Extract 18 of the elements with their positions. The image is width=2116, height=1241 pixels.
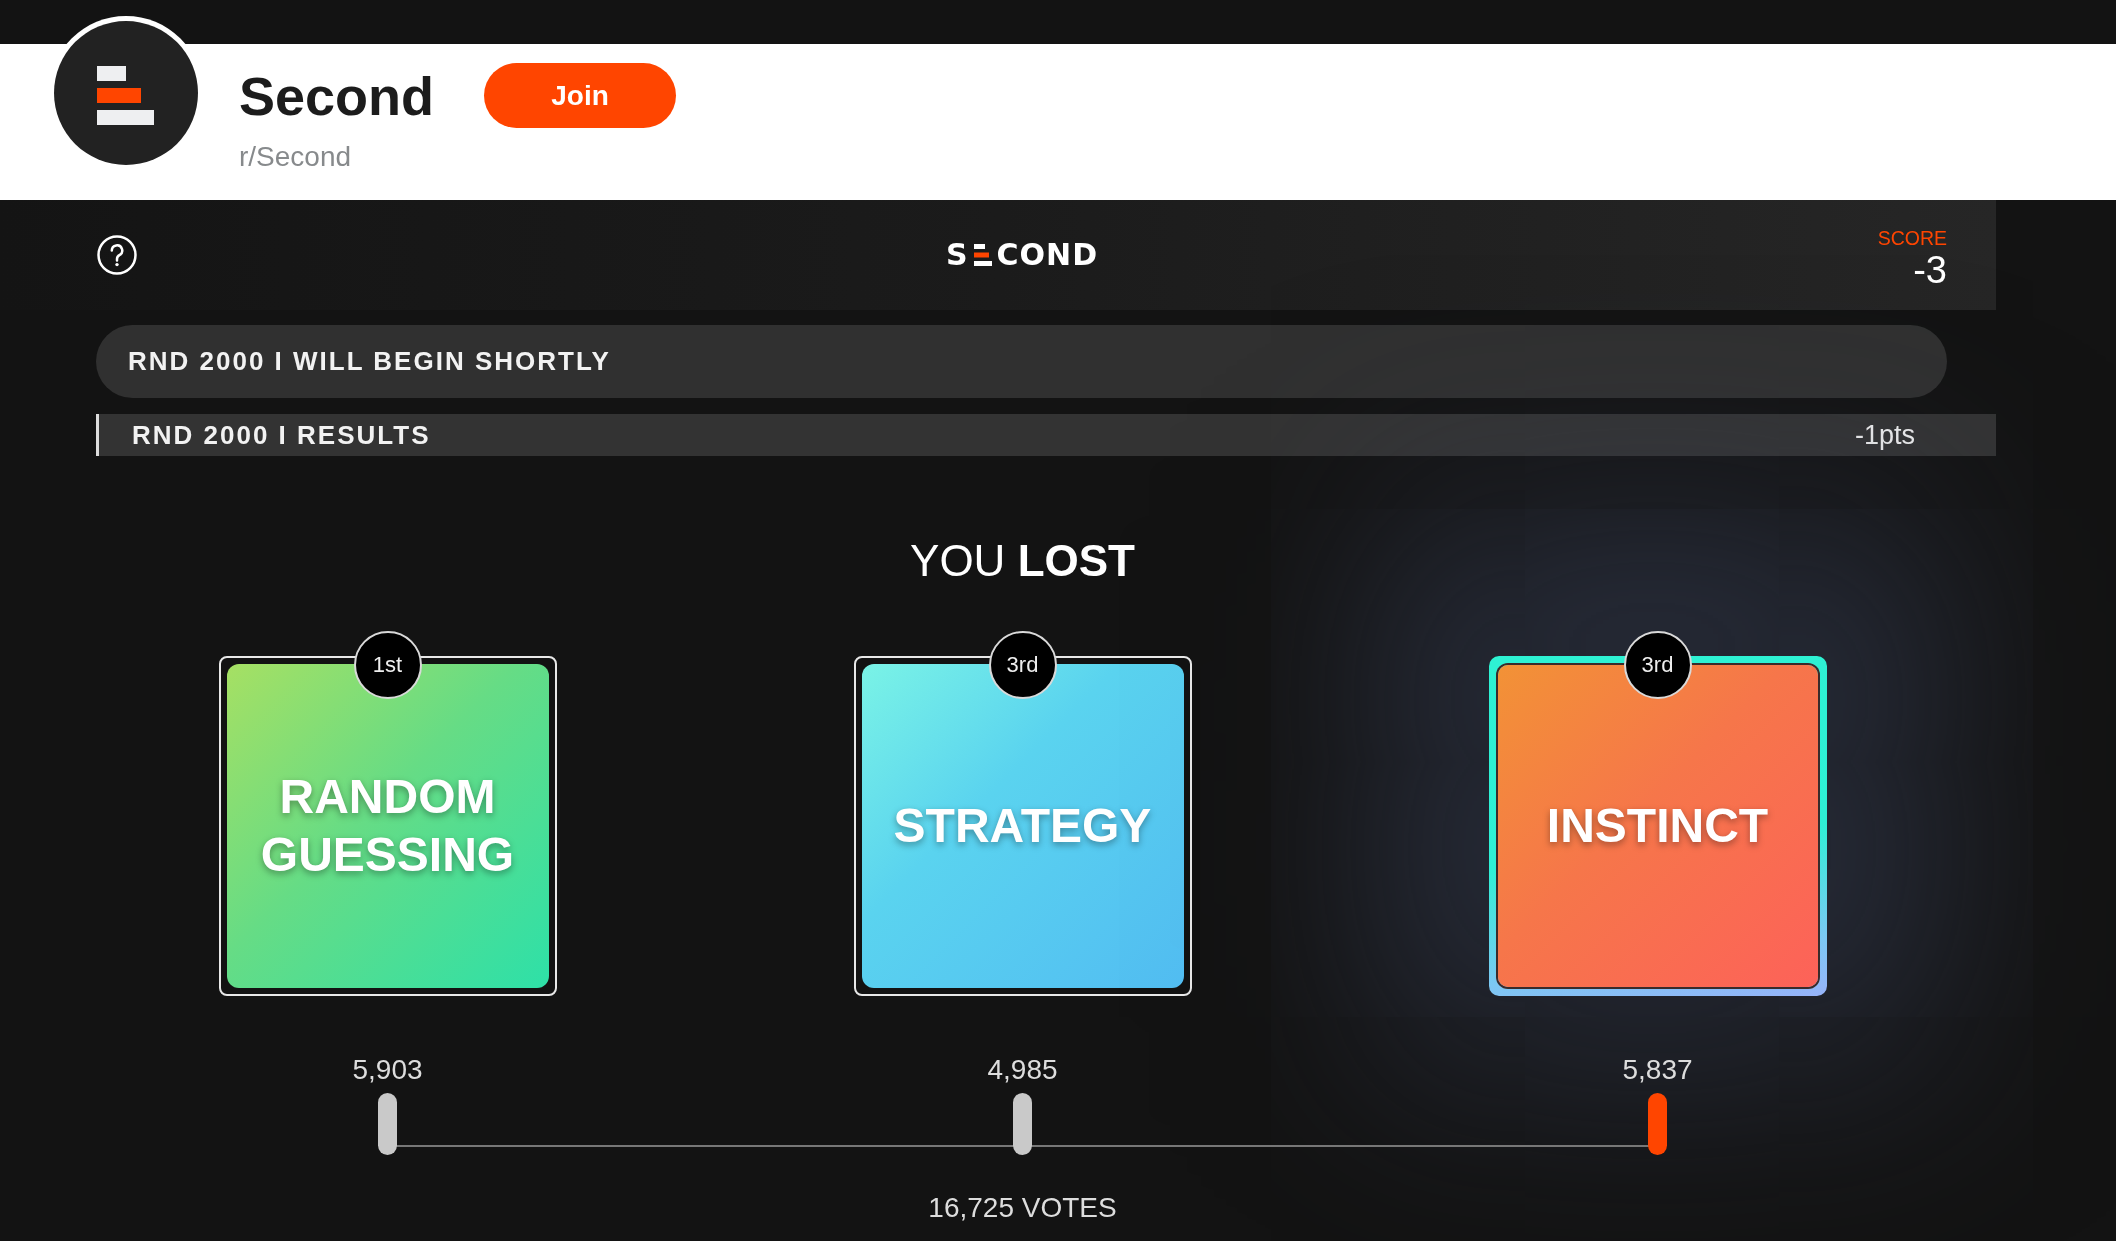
results-title: RND 2000 I RESULTS bbox=[132, 419, 431, 451]
bars-logo-icon bbox=[973, 244, 992, 266]
vote-count: 5,903 bbox=[352, 1053, 423, 1087]
vote-count: 5,837 bbox=[1622, 1053, 1693, 1087]
status-banner: RND 2000 I WILL BEGIN SHORTLY bbox=[96, 325, 1947, 398]
rank-badge: 3rd bbox=[988, 631, 1057, 699]
logo-text: S bbox=[945, 240, 969, 270]
community-handle: r/Second bbox=[239, 140, 353, 174]
score-label: SCORE bbox=[1877, 227, 1947, 249]
result-heading: YOU LOST bbox=[909, 535, 1136, 587]
points-text: -1pts bbox=[1854, 419, 1915, 451]
total-votes: 16,725 VOTES bbox=[927, 1191, 1118, 1225]
rank-badge: 1st bbox=[353, 631, 422, 699]
vote-count: 4,985 bbox=[987, 1053, 1058, 1087]
help-icon[interactable] bbox=[97, 235, 137, 275]
score-value: -3 bbox=[1912, 249, 1947, 291]
community-name: Second bbox=[239, 68, 435, 123]
logo-text: COND bbox=[996, 240, 1099, 270]
